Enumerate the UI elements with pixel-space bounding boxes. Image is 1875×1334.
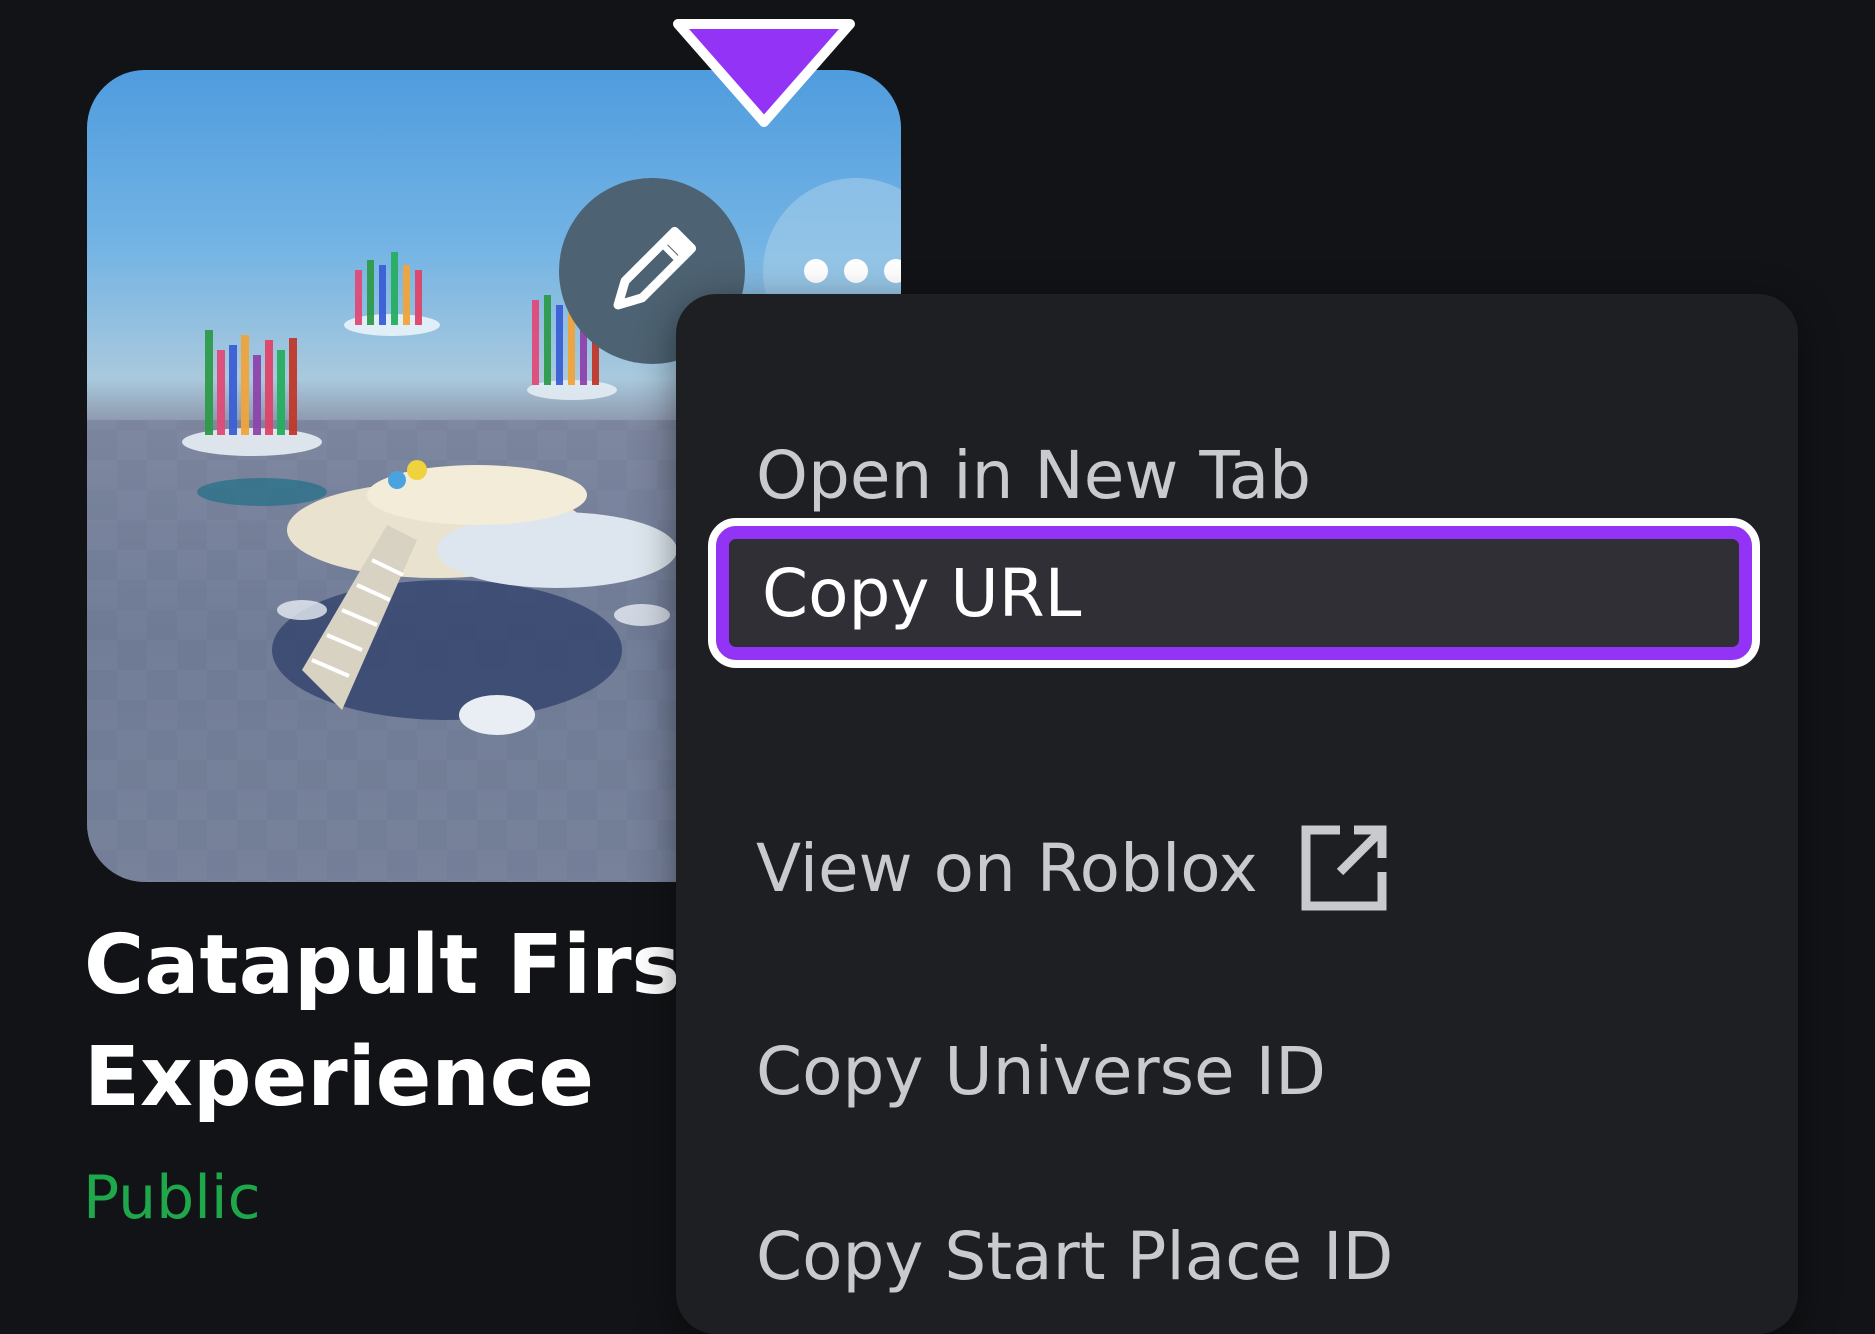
context-menu: Open in New Tab Copy URL View on Roblox … [676, 294, 1798, 1334]
menu-item-copy-universe-id[interactable]: Copy Universe ID [756, 1021, 1326, 1121]
more-horizontal-icon [804, 259, 901, 283]
menu-item-label: View on Roblox [756, 829, 1258, 907]
menu-item-label: Open in New Tab [756, 436, 1312, 514]
menu-item-label: Copy Start Place ID [756, 1217, 1394, 1295]
menu-item-open-in-new-tab[interactable]: Open in New Tab [756, 425, 1311, 525]
menu-item-label: Copy URL [762, 554, 1082, 632]
menu-item-label: Copy Universe ID [756, 1032, 1326, 1110]
external-link-icon [1296, 820, 1392, 916]
menu-item-copy-start-place-id[interactable]: Copy Start Place ID [756, 1206, 1393, 1306]
status-badge: Public [83, 1163, 261, 1233]
pointer-marker-icon [673, 19, 855, 127]
menu-item-copy-url[interactable]: Copy URL [708, 518, 1760, 668]
menu-item-view-on-roblox[interactable]: View on Roblox [756, 818, 1392, 918]
